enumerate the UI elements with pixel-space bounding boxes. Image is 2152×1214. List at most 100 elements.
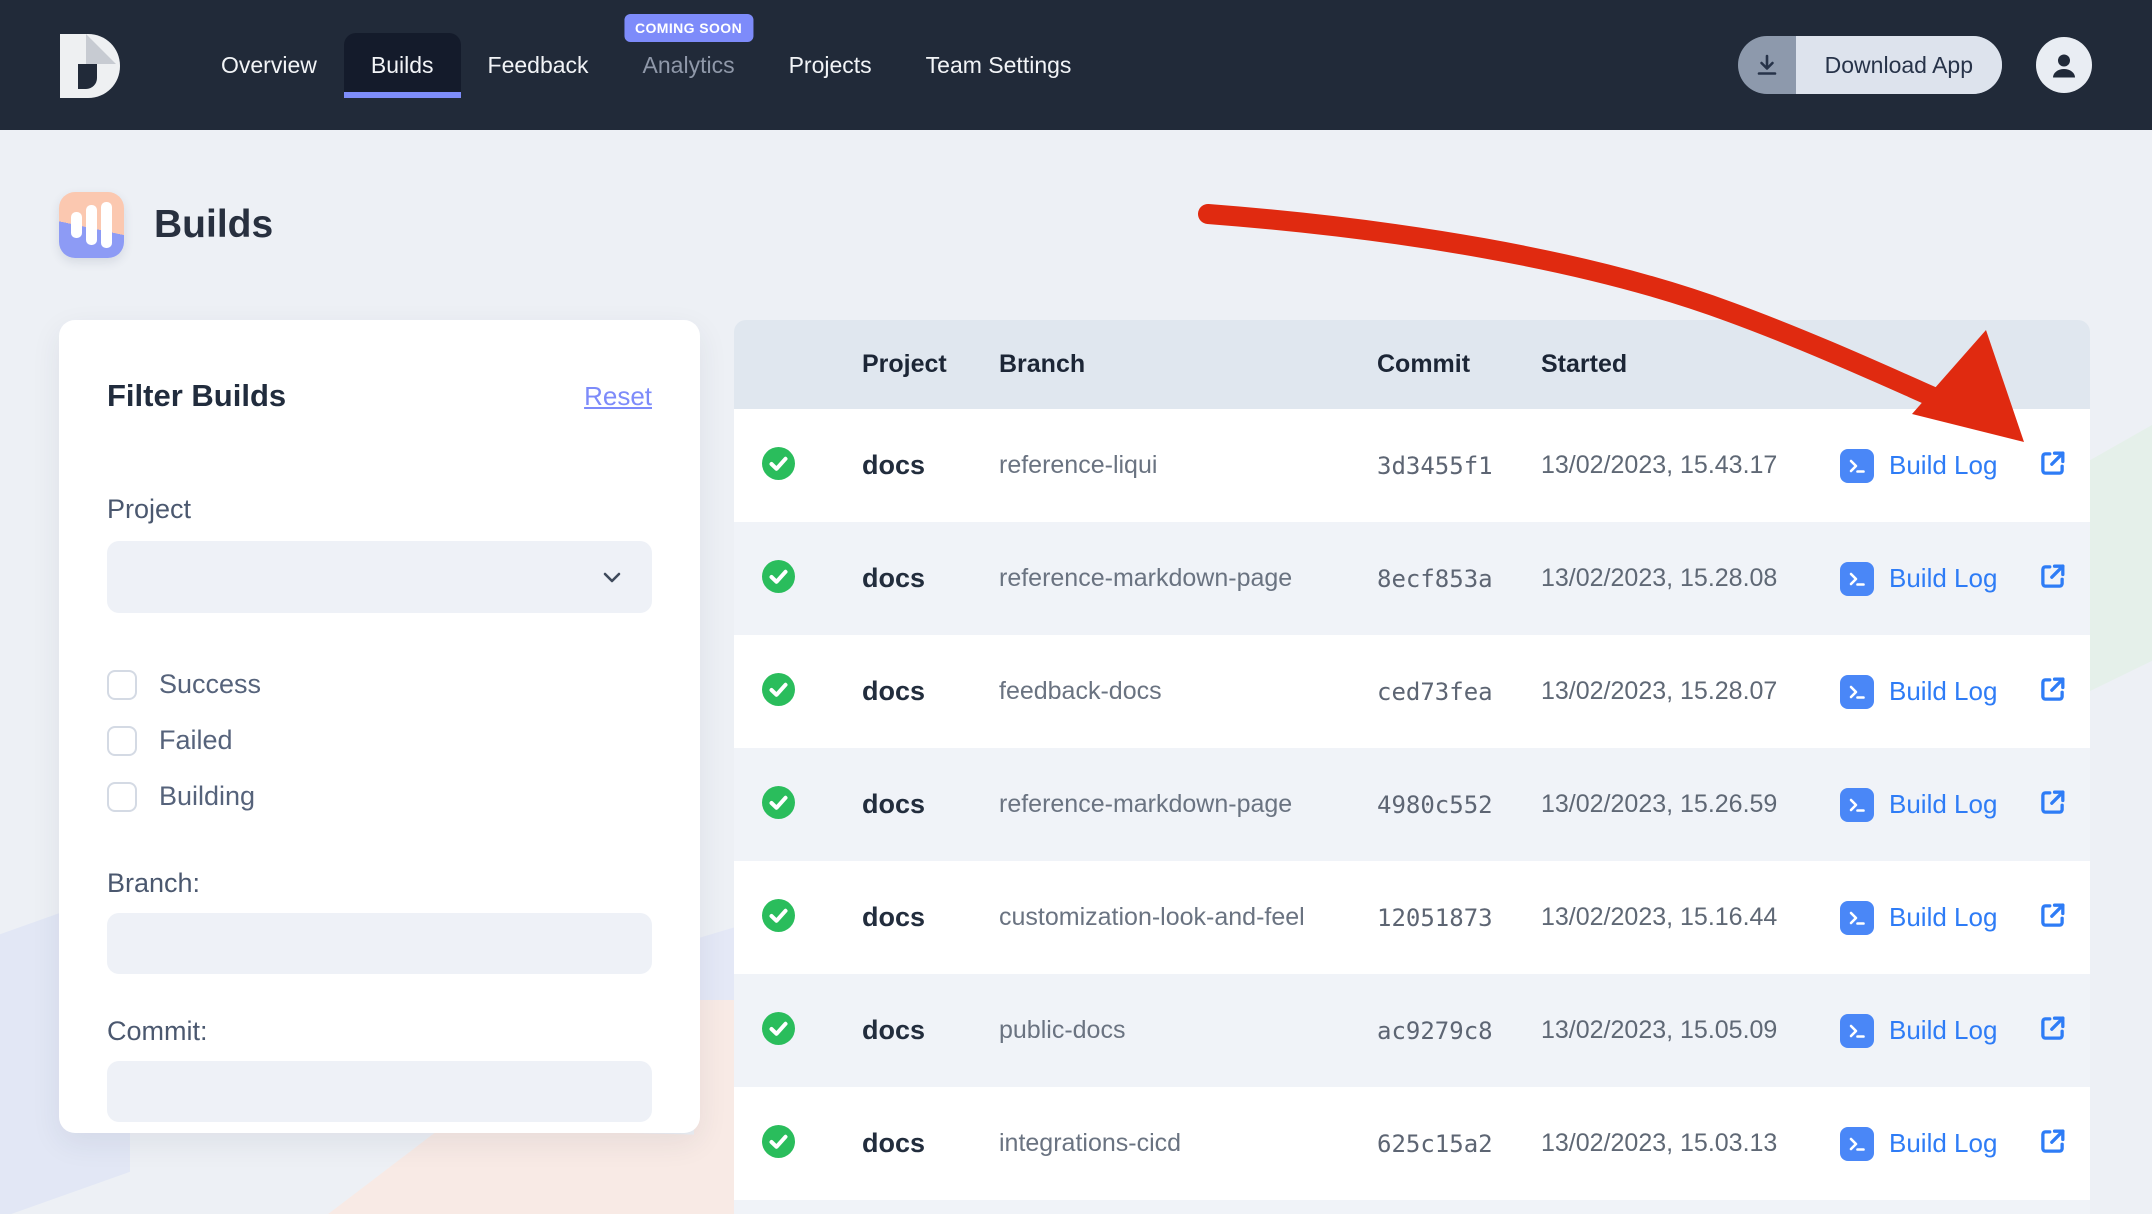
cell-project: docs	[862, 450, 999, 481]
success-status-icon	[762, 899, 795, 937]
build-log-link[interactable]: Build Log	[1840, 901, 2036, 935]
external-link-icon[interactable]	[2036, 560, 2069, 598]
cell-commit: 4980c552	[1377, 791, 1541, 819]
success-status-icon	[762, 560, 795, 598]
cell-project: docs	[862, 789, 999, 820]
build-log-link[interactable]: Build Log	[1840, 788, 2036, 822]
user-avatar-button[interactable]	[2036, 37, 2092, 93]
cell-project: docs	[862, 902, 999, 933]
terminal-icon	[1840, 1014, 1874, 1048]
table-row: docs integrations-cicd 625c15a2 13/02/20…	[734, 1087, 2090, 1200]
builds-table: Project Branch Commit Started docs refer…	[734, 320, 2090, 1214]
cell-started: 13/02/2023, 15.16.44	[1541, 903, 1840, 932]
status-option-success: Success	[107, 669, 652, 700]
failed-checkbox[interactable]	[107, 726, 137, 756]
build-log-link[interactable]: Build Log	[1840, 562, 2036, 596]
build-log-link[interactable]: Build Log	[1840, 675, 2036, 709]
building-checkbox[interactable]	[107, 782, 137, 812]
table-row: docs customization-look-and-feel 1205187…	[734, 861, 2090, 974]
build-log-label: Build Log	[1889, 1015, 1997, 1046]
external-link-icon[interactable]	[2036, 447, 2069, 485]
nav-item-builds[interactable]: Builds	[344, 33, 461, 98]
cell-commit: ac9279c8	[1377, 1017, 1541, 1045]
commit-label: Commit:	[107, 1016, 652, 1047]
status-filter-group: Success Failed Building	[107, 669, 652, 812]
cell-commit: 8ecf853a	[1377, 565, 1541, 593]
cell-project: docs	[862, 1015, 999, 1046]
col-header-branch: Branch	[999, 350, 1377, 379]
terminal-icon	[1840, 562, 1874, 596]
filter-panel: Filter Builds Reset Project Success Fail…	[59, 320, 700, 1133]
cell-project: docs	[862, 563, 999, 594]
build-log-label: Build Log	[1889, 676, 1997, 707]
reset-link[interactable]: Reset	[584, 381, 652, 412]
nav-item-overview[interactable]: Overview	[194, 33, 344, 98]
external-link-icon[interactable]	[2036, 899, 2069, 937]
download-app-label: Download App	[1796, 36, 2002, 94]
project-select[interactable]	[107, 541, 652, 613]
nav-item-analytics-label: Analytics	[643, 52, 735, 78]
filter-heading: Filter Builds	[107, 378, 286, 414]
cell-started: 13/02/2023, 15.03.13	[1541, 1129, 1840, 1158]
download-app-button[interactable]: Download App	[1738, 36, 2002, 94]
top-nav: Overview Builds Feedback COMING SOON Ana…	[0, 0, 2152, 130]
cell-started: 13/02/2023, 15.43.17	[1541, 451, 1840, 480]
branch-label: Branch:	[107, 868, 652, 899]
app-logo[interactable]	[60, 34, 120, 98]
external-link-icon[interactable]	[2036, 673, 2069, 711]
cell-branch: reference-markdown-page	[999, 790, 1377, 819]
cell-commit: 12051873	[1377, 904, 1541, 932]
cell-commit: ced73fea	[1377, 678, 1541, 706]
cell-branch: reference-liqui	[999, 451, 1377, 480]
table-row-partial	[734, 1200, 2090, 1214]
col-header-started: Started	[1541, 350, 1840, 379]
nav-item-feedback[interactable]: Feedback	[461, 33, 616, 98]
cell-branch: integrations-cicd	[999, 1129, 1377, 1158]
col-header-commit: Commit	[1377, 350, 1541, 379]
success-status-icon	[762, 673, 795, 711]
terminal-icon	[1840, 901, 1874, 935]
branch-input[interactable]	[107, 913, 652, 974]
cell-started: 13/02/2023, 15.26.59	[1541, 790, 1840, 819]
success-label: Success	[159, 669, 261, 700]
cell-project: docs	[862, 1128, 999, 1159]
cell-commit: 625c15a2	[1377, 1130, 1541, 1158]
page-header: Builds	[59, 192, 273, 258]
table-body: docs reference-liqui 3d3455f1 13/02/2023…	[734, 409, 2090, 1200]
person-icon	[2047, 48, 2081, 82]
cell-started: 13/02/2023, 15.28.08	[1541, 564, 1840, 593]
nav-item-analytics[interactable]: COMING SOON Analytics	[616, 33, 762, 98]
nav-menu: Overview Builds Feedback COMING SOON Ana…	[194, 33, 1098, 98]
terminal-icon	[1840, 675, 1874, 709]
status-option-building: Building	[107, 781, 652, 812]
build-log-label: Build Log	[1889, 789, 1997, 820]
table-row: docs feedback-docs ced73fea 13/02/2023, …	[734, 635, 2090, 748]
chevron-down-icon	[598, 563, 626, 591]
build-log-link[interactable]: Build Log	[1840, 1127, 2036, 1161]
status-option-failed: Failed	[107, 725, 652, 756]
terminal-icon	[1840, 788, 1874, 822]
commit-input[interactable]	[107, 1061, 652, 1122]
build-log-label: Build Log	[1889, 563, 1997, 594]
app: Overview Builds Feedback COMING SOON Ana…	[0, 0, 2152, 1214]
building-label: Building	[159, 781, 255, 812]
table-header: Project Branch Commit Started	[734, 320, 2090, 409]
bg-shape-mint	[2086, 425, 2152, 693]
success-status-icon	[762, 447, 795, 485]
failed-label: Failed	[159, 725, 233, 756]
builds-icon	[59, 192, 124, 258]
terminal-icon	[1840, 449, 1874, 483]
download-icon	[1738, 36, 1796, 94]
success-checkbox[interactable]	[107, 670, 137, 700]
build-log-link[interactable]: Build Log	[1840, 449, 2036, 483]
external-link-icon[interactable]	[2036, 1125, 2069, 1163]
external-link-icon[interactable]	[2036, 1012, 2069, 1050]
build-log-link[interactable]: Build Log	[1840, 1014, 2036, 1048]
nav-right: Download App	[1738, 36, 2092, 94]
external-link-icon[interactable]	[2036, 786, 2069, 824]
nav-item-team-settings[interactable]: Team Settings	[899, 33, 1099, 98]
table-row: docs reference-markdown-page 8ecf853a 13…	[734, 522, 2090, 635]
nav-item-projects[interactable]: Projects	[762, 33, 899, 98]
cell-branch: reference-markdown-page	[999, 564, 1377, 593]
project-label: Project	[107, 494, 652, 525]
